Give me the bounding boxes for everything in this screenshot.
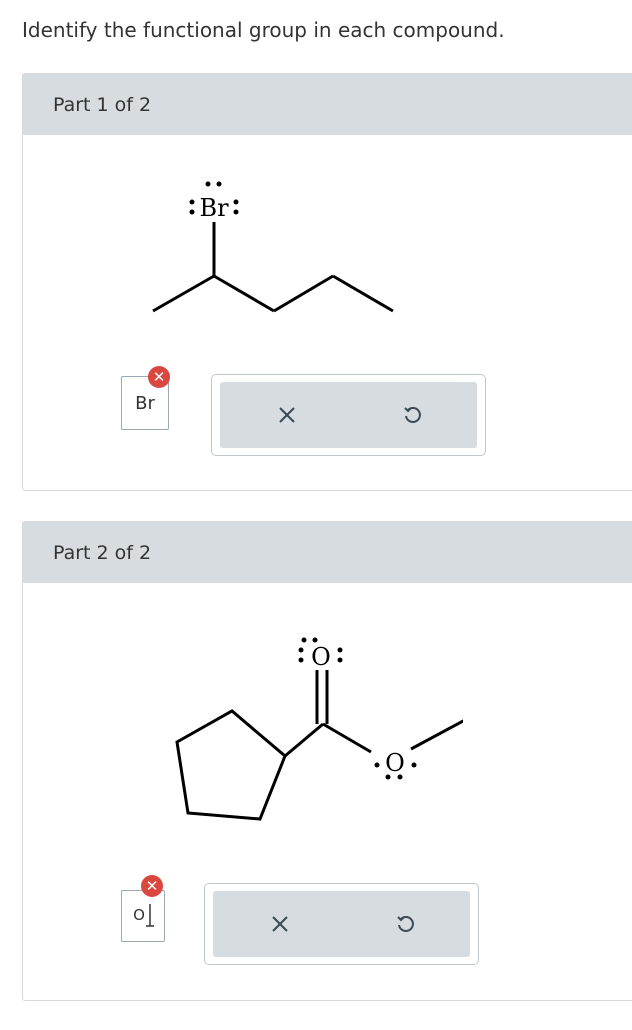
undo-icon: [397, 916, 414, 932]
remove-answer-icon[interactable]: ✕: [141, 875, 163, 897]
remove-answer-icon[interactable]: ✕: [148, 366, 170, 388]
answer-chip-ester[interactable]: O: [121, 890, 165, 942]
carbonyl-oxygen-label: O: [311, 643, 331, 671]
part-1-header: Part 1 of 2: [23, 74, 632, 135]
part-2-action-bar-inner: [213, 891, 470, 957]
part-1-molecule: Br: [152, 181, 394, 313]
clear-button[interactable]: [267, 395, 307, 435]
close-icon: [279, 407, 295, 423]
undo-button[interactable]: [385, 904, 425, 944]
bromine-atom-label: Br: [199, 194, 229, 222]
ester-fragment-icon: O: [133, 904, 154, 927]
instruction-text: Identify the functional group in each co…: [22, 18, 505, 42]
answer-chip-label: O: [133, 906, 145, 924]
part-2-molecule: O O: [175, 637, 463, 821]
part-1-action-bar: [211, 374, 486, 456]
part-1-panel: Part 1 of 2 Br Br ✕: [22, 73, 632, 491]
part-1-action-bar-inner: [220, 382, 477, 448]
part-2-panel: Part 2 of 2 O O O ✕: [22, 521, 632, 1001]
ester-oxygen-label: O: [385, 749, 405, 777]
close-icon: [272, 916, 288, 932]
undo-button[interactable]: [392, 395, 432, 435]
clear-button[interactable]: [260, 904, 300, 944]
answer-chip-label: Br: [135, 392, 155, 414]
undo-icon: [404, 407, 421, 423]
part-2-action-bar: [204, 883, 479, 965]
part-2-header: Part 2 of 2: [23, 522, 632, 583]
